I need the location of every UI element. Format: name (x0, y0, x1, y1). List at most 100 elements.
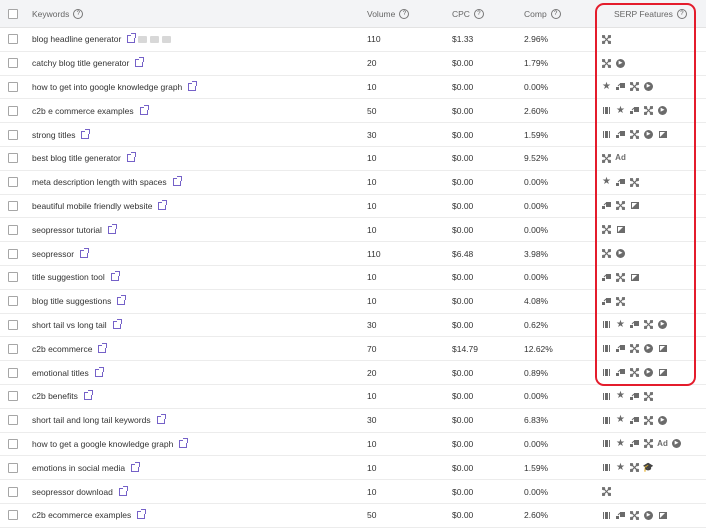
row-checkbox[interactable] (8, 367, 18, 378)
table-row[interactable]: short tail vs long tail 30 $0.00 0.62% (0, 314, 706, 338)
keyword-text[interactable]: emotional titles (32, 368, 89, 378)
serp-features-help-icon[interactable]: ? (676, 8, 687, 19)
row-checkbox-cell[interactable] (8, 504, 18, 527)
keyword-text[interactable]: c2b ecommerce (32, 344, 92, 354)
keyword-text[interactable]: title suggestion tool (32, 272, 105, 282)
row-checkbox-cell[interactable] (8, 456, 18, 479)
row-checkbox[interactable] (8, 343, 18, 354)
table-row[interactable]: seopressor 110 $6.48 3.98% (0, 242, 706, 266)
comp-help-icon[interactable]: ? (550, 8, 561, 19)
external-link-icon[interactable] (94, 366, 104, 377)
keywords-help-icon[interactable]: ? (73, 8, 84, 19)
table-row[interactable]: how to get a google knowledge graph 10 $0.… (0, 433, 706, 457)
volume-help-icon[interactable]: ? (399, 8, 410, 19)
row-checkbox[interactable] (8, 319, 18, 330)
keyword-text[interactable]: seopressor (32, 249, 74, 259)
table-row[interactable]: catchy blog title generator 20 $0.00 1.79% (0, 52, 706, 76)
keyword-text[interactable]: catchy blog title generator (32, 58, 129, 68)
external-link-icon[interactable] (158, 199, 168, 210)
external-link-icon[interactable] (179, 437, 189, 448)
keyword-text[interactable]: c2b benefits (32, 391, 78, 401)
table-row[interactable]: best blog title generator 10 $0.00 9.52% (0, 147, 706, 171)
keyword-text[interactable]: c2b e commerce examples (32, 106, 134, 116)
row-checkbox-cell[interactable] (8, 433, 18, 456)
external-link-icon[interactable] (188, 80, 198, 91)
table-row[interactable]: c2b benefits 10 $0.00 0.00% (0, 385, 706, 409)
row-checkbox-cell[interactable] (8, 242, 18, 265)
row-checkbox[interactable] (8, 415, 18, 426)
table-row[interactable]: seopressor download 10 $0.00 0.00% (0, 480, 706, 504)
select-all-checkbox[interactable] (8, 8, 18, 19)
row-checkbox[interactable] (8, 81, 18, 92)
keyword-text[interactable]: beautiful mobile friendly website (32, 201, 152, 211)
keyword-text[interactable]: emotions in social media (32, 463, 125, 473)
row-checkbox-cell[interactable] (8, 99, 18, 122)
row-checkbox-cell[interactable] (8, 76, 18, 99)
row-checkbox[interactable] (8, 296, 18, 307)
keyword-text[interactable]: strong titles (32, 130, 75, 140)
keyword-text[interactable]: blog title suggestions (32, 296, 111, 306)
keyword-text[interactable]: seopressor tutorial (32, 225, 102, 235)
row-checkbox[interactable] (8, 438, 18, 449)
table-row[interactable]: beautiful mobile friendly website 10 $0.00… (0, 195, 706, 219)
row-checkbox-cell[interactable] (8, 266, 18, 289)
row-checkbox[interactable] (8, 34, 18, 45)
row-checkbox-cell[interactable] (8, 290, 18, 313)
row-checkbox[interactable] (8, 224, 18, 235)
keyword-text[interactable]: seopressor download (32, 487, 113, 497)
volume-header[interactable]: Volume? (367, 0, 410, 27)
keyword-text[interactable]: short tail vs long tail (32, 320, 107, 330)
row-checkbox-cell[interactable] (8, 147, 18, 170)
row-checkbox[interactable] (8, 177, 18, 188)
row-checkbox[interactable] (8, 105, 18, 116)
keyword-text[interactable]: how to get a google knowledge graph (32, 439, 173, 449)
row-checkbox-cell[interactable] (8, 52, 18, 75)
row-checkbox[interactable] (8, 153, 18, 164)
row-checkbox[interactable] (8, 391, 18, 402)
external-link-icon[interactable] (98, 342, 108, 353)
external-link-icon[interactable] (112, 318, 122, 329)
table-row[interactable]: how to get into google knowledge graph 10… (0, 76, 706, 100)
table-row[interactable]: c2b ecommerce 70 $14.79 12.62% (0, 337, 706, 362)
external-link-icon[interactable] (83, 390, 93, 401)
table-row[interactable]: emotions in social media 10 $0.00 1.59% (0, 456, 706, 481)
external-link-icon[interactable] (81, 128, 91, 139)
external-link-icon[interactable] (80, 247, 90, 258)
table-row[interactable]: short tail and long tail keywords 30 $0.00… (0, 409, 706, 433)
external-link-icon[interactable] (131, 461, 141, 472)
keyword-text[interactable]: blog headline generator (32, 34, 121, 44)
row-checkbox[interactable] (8, 248, 18, 259)
row-checkbox[interactable] (8, 486, 18, 497)
keyword-text[interactable]: how to get into google knowledge graph (32, 82, 182, 92)
row-checkbox-cell[interactable] (8, 195, 18, 218)
external-link-icon[interactable] (107, 223, 117, 234)
row-checkbox-cell[interactable] (8, 337, 18, 360)
table-row[interactable]: blog headline generator 110 $1.33 2.96% (0, 28, 706, 52)
table-row[interactable]: seopressor tutorial 10 $0.00 0.00% (0, 218, 706, 243)
row-checkbox[interactable] (8, 200, 18, 211)
row-checkbox[interactable] (8, 510, 18, 521)
table-row[interactable]: meta description length with spaces 10 $0.… (0, 171, 706, 195)
row-checkbox-cell[interactable] (8, 123, 18, 146)
table-row[interactable]: blog title suggestions 10 $0.00 4.08% (0, 290, 706, 314)
external-link-icon[interactable] (172, 176, 182, 187)
keyword-text[interactable]: short tail and long tail keywords (32, 415, 151, 425)
row-checkbox-cell[interactable] (8, 218, 18, 241)
comp-header[interactable]: Comp? (524, 0, 561, 27)
keywords-header[interactable]: Keywords? (32, 0, 84, 27)
external-link-icon[interactable] (135, 57, 145, 68)
table-row[interactable]: title suggestion tool 10 $0.00 0.00% (0, 266, 706, 290)
cpc-help-icon[interactable]: ? (473, 8, 484, 19)
row-checkbox[interactable] (8, 272, 18, 283)
row-checkbox-cell[interactable] (8, 409, 18, 432)
row-checkbox-cell[interactable] (8, 385, 18, 408)
row-checkbox[interactable] (8, 58, 18, 69)
external-link-icon[interactable] (117, 295, 127, 306)
cpc-header[interactable]: CPC? (452, 0, 484, 27)
table-row[interactable]: c2b ecommerce examples 50 $0.00 2.60% (0, 504, 706, 528)
keyword-text[interactable]: best blog title generator (32, 153, 121, 163)
select-all-cell[interactable] (8, 0, 18, 27)
table-row[interactable]: c2b e commerce examples 50 $0.00 2.60% (0, 99, 706, 124)
table-row[interactable]: strong titles 30 $0.00 1.59% (0, 123, 706, 147)
row-checkbox-cell[interactable] (8, 480, 18, 503)
